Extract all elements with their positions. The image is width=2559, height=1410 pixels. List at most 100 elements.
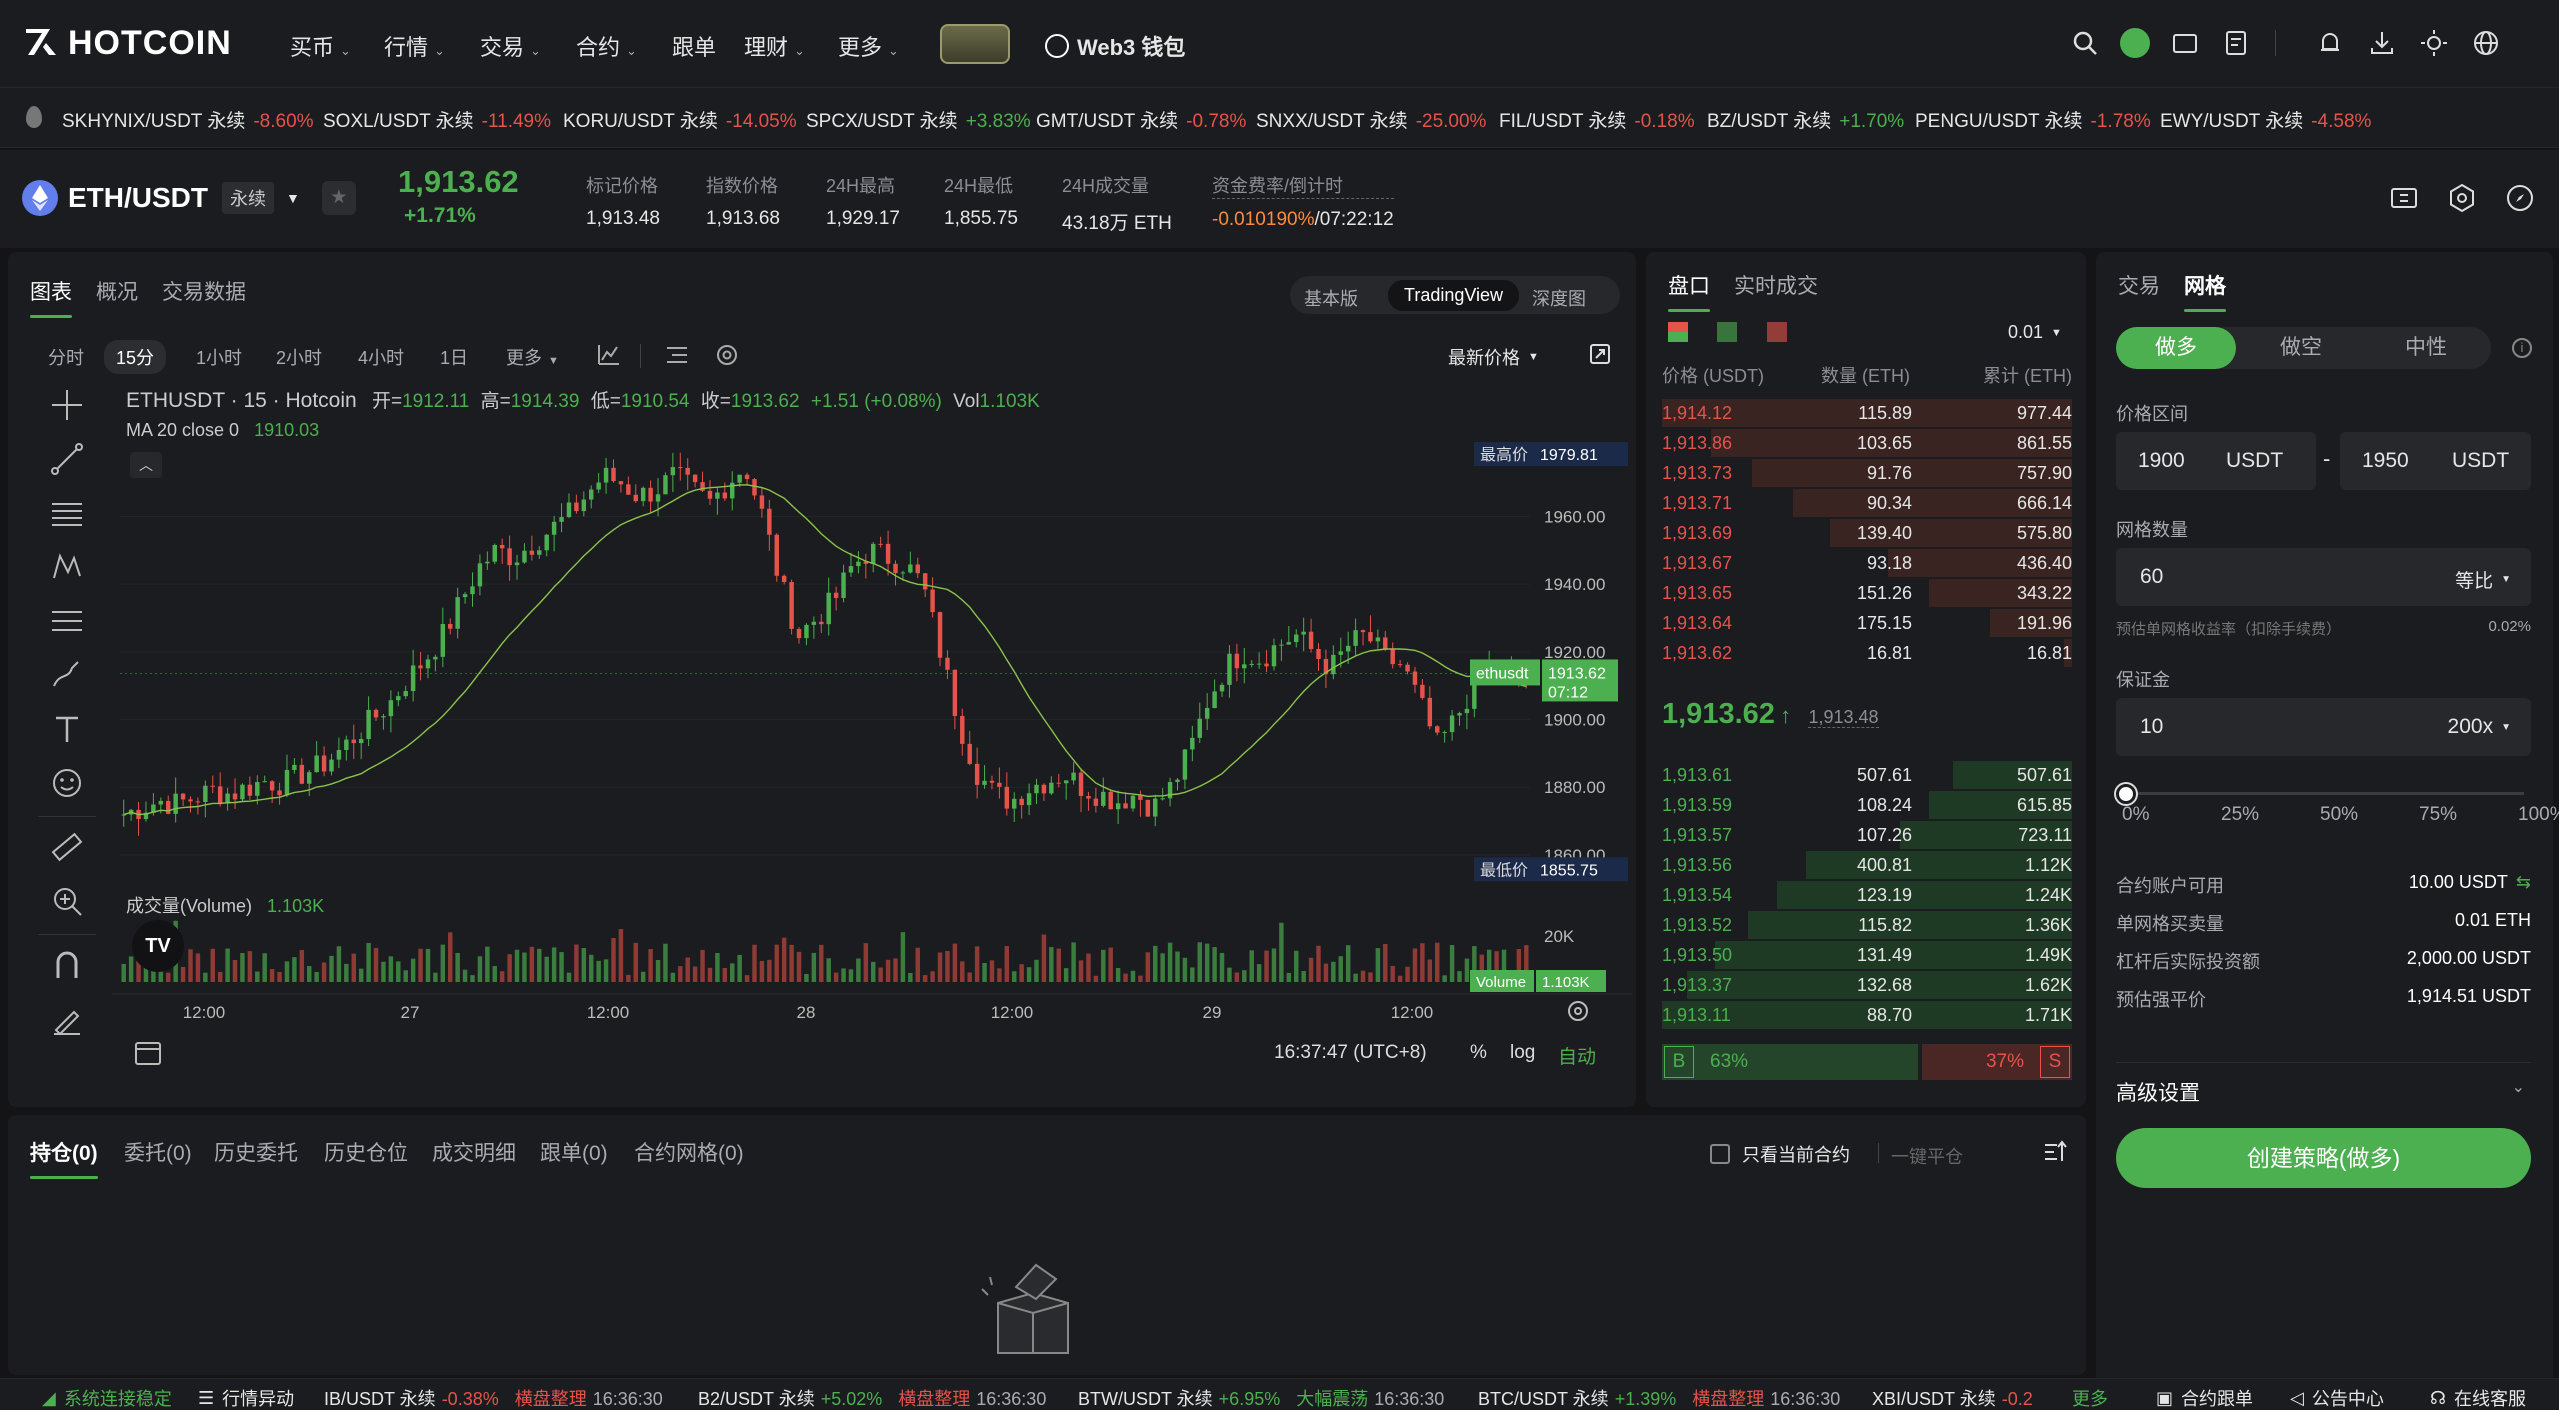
mode-option[interactable]: 中性 [2366, 327, 2486, 369]
interval-option[interactable]: 4小时 [358, 344, 404, 370]
ask-row[interactable]: 1,913.67 93.18 436.40 [1662, 548, 2072, 578]
fullscreen-icon[interactable] [1588, 342, 1612, 366]
ticker-item[interactable]: SOXL/USDT 永续 -11.49% [323, 106, 551, 133]
text-tool-icon[interactable] [50, 712, 84, 746]
only-current-checkbox[interactable]: 只看当前合约 [1710, 1141, 1850, 1167]
brush-icon[interactable] [50, 658, 84, 692]
nav-item[interactable]: 行情 ⌄ [384, 30, 445, 62]
position-tab[interactable]: 合约网格(0) [634, 1137, 744, 1167]
mode-option[interactable]: 做多 [2116, 327, 2236, 369]
ask-row[interactable]: 1,913.73 91.76 757.90 [1662, 458, 2072, 488]
price-low-input[interactable]: 1900 USDT [2116, 432, 2316, 490]
web3-wallet-link[interactable]: Web3 钱包 [1045, 30, 1185, 62]
interval-option[interactable]: 1日 [440, 344, 468, 370]
bid-row[interactable]: 1,913.37 132.68 1.62K [1662, 970, 2072, 1000]
view-mode-option[interactable]: TradingView [1388, 280, 1520, 311]
ticker-item[interactable]: GMT/USDT 永续 -0.78% [1036, 106, 1246, 133]
ask-row[interactable]: 1,913.71 90.34 666.14 [1662, 488, 2072, 518]
chart-tab[interactable]: 概况 [96, 276, 138, 306]
ask-row[interactable]: 1,913.65 151.26 343.22 [1662, 578, 2072, 608]
footer-alert-item[interactable]: B2/USDT 永续 +5.02% 横盘整理 16:36:30 [698, 1385, 1046, 1410]
download-icon[interactable] [2367, 28, 2397, 58]
transfer-icon[interactable]: ⇆ [2516, 872, 2531, 892]
advanced-settings-toggle[interactable]: 高级设置 ⌄ [2116, 1062, 2531, 1105]
price-chart[interactable]: 1960.001940.001920.001900.001880.001860.… [112, 442, 1632, 1082]
ticker-item[interactable]: SPCX/USDT 永续 +3.83% [806, 106, 1031, 133]
auto-toggle[interactable]: 自动 [1558, 1042, 1596, 1069]
book-bids-icon[interactable] [1717, 322, 1738, 342]
ticker-item[interactable]: KORU/USDT 永续 -14.05% [563, 106, 797, 133]
margin-slider[interactable] [2116, 784, 2531, 804]
leverage-dropdown[interactable]: 200x ▼ [2448, 715, 2511, 739]
position-tab[interactable]: 成交明细 [432, 1137, 516, 1167]
pair-selector[interactable]: ETH/USDT 永续 ▼ ★ [22, 180, 356, 216]
sort-icon[interactable] [2042, 1139, 2068, 1165]
view-mode-option[interactable]: 深度图 [1532, 285, 1586, 311]
chart-tab[interactable]: 交易数据 [162, 276, 246, 306]
bid-row[interactable]: 1,913.61 507.61 507.61 [1662, 760, 2072, 790]
bid-row[interactable]: 1,913.57 107.26 723.11 [1662, 820, 2072, 850]
ruler-icon[interactable] [50, 830, 84, 864]
parallel-lines-icon[interactable] [50, 496, 84, 530]
language-globe-icon[interactable] [2471, 28, 2501, 58]
nav-item[interactable]: 理财 ⌄ [744, 30, 805, 62]
folder-icon[interactable] [2170, 28, 2200, 58]
margin-input[interactable]: 10 200x ▼ [2116, 698, 2531, 756]
layout-icon[interactable] [2388, 182, 2420, 214]
slider-tick-label[interactable]: 50% [2320, 804, 2358, 826]
slider-thumb[interactable] [2116, 784, 2136, 804]
ticker-item[interactable]: EWY/USDT 永续 -4.58% [2160, 106, 2371, 133]
slider-tick-label[interactable]: 0% [2122, 804, 2149, 826]
settings-hex-icon[interactable] [2446, 182, 2478, 214]
support-link[interactable]: ☊ 在线客服 [2430, 1385, 2526, 1410]
position-tab[interactable]: 跟单(0) [540, 1137, 608, 1167]
ticker-item[interactable]: BZ/USDT 永续 +1.70% [1707, 106, 1904, 133]
template-icon[interactable] [664, 342, 690, 368]
footer-more-link[interactable]: 更多 [2072, 1385, 2108, 1410]
ticker-item[interactable]: SNXX/USDT 永续 -25.00% [1256, 106, 1486, 133]
zoom-in-icon[interactable] [50, 884, 84, 918]
axis-settings-icon[interactable] [1568, 1001, 1588, 1021]
interval-option[interactable]: 2小时 [276, 344, 322, 370]
interval-option[interactable]: 更多 ▼ [506, 344, 559, 370]
grid-type-dropdown[interactable]: 等比 ▼ [2455, 566, 2511, 593]
order-tab[interactable]: 交易 [2118, 270, 2160, 300]
ask-row[interactable]: 1,913.86 103.65 861.55 [1662, 428, 2072, 458]
book-tab[interactable]: 实时成交 [1734, 270, 1818, 300]
theme-sun-icon[interactable] [2419, 28, 2449, 58]
bid-row[interactable]: 1,913.52 115.82 1.36K [1662, 910, 2072, 940]
slider-tick-label[interactable]: 75% [2419, 804, 2457, 826]
interval-option[interactable]: 1小时 [196, 344, 242, 370]
interval-option[interactable]: 分时 [48, 344, 84, 370]
bid-row[interactable]: 1,913.59 108.24 615.85 [1662, 790, 2072, 820]
nav-item[interactable]: 更多 ⌄ [838, 30, 899, 62]
avatar[interactable] [2120, 28, 2150, 58]
grid-count-input[interactable]: 60 等比 ▼ [2116, 548, 2531, 606]
promo-badge-icon[interactable] [940, 24, 1010, 64]
search-icon[interactable] [2070, 28, 2100, 58]
crosshair-icon[interactable] [50, 388, 84, 422]
orders-icon[interactable] [2222, 28, 2252, 58]
bid-row[interactable]: 1,913.54 123.19 1.24K [1662, 880, 2072, 910]
nav-item[interactable]: 跟单 [672, 30, 716, 62]
info-icon[interactable]: i [2512, 338, 2532, 358]
nav-item[interactable]: 交易 ⌄ [480, 30, 541, 62]
nav-item[interactable]: 买币 ⌄ [290, 30, 351, 62]
compass-icon[interactable] [2504, 182, 2536, 214]
fib-icon[interactable] [50, 604, 84, 638]
slider-tick-label[interactable]: 25% [2221, 804, 2259, 826]
ask-row[interactable]: 1,913.64 175.15 191.96 [1662, 608, 2072, 638]
pattern-icon[interactable] [50, 550, 84, 584]
brand-logo[interactable]: HOTCOIN [24, 24, 232, 63]
ask-row[interactable]: 1,914.12 115.89 977.44 [1662, 398, 2072, 428]
book-both-icon[interactable] [1668, 322, 1688, 342]
position-tab[interactable]: 委托(0) [124, 1137, 192, 1167]
favorite-star-icon[interactable]: ★ [321, 181, 356, 215]
footer-alert-item[interactable]: XBI/USDT 永续 -0.2 [1872, 1385, 2033, 1410]
footer-alert-item[interactable]: BTW/USDT 永续 +6.95% 大幅震荡 16:36:30 [1078, 1385, 1444, 1410]
footer-alert-item[interactable]: BTC/USDT 永续 +1.39% 横盘整理 16:36:30 [1478, 1385, 1840, 1410]
book-tab[interactable]: 盘口 [1668, 270, 1710, 312]
position-tab[interactable]: 历史委托 [214, 1137, 298, 1167]
bid-row[interactable]: 1,913.50 131.49 1.49K [1662, 940, 2072, 970]
trendline-icon[interactable] [50, 442, 84, 476]
